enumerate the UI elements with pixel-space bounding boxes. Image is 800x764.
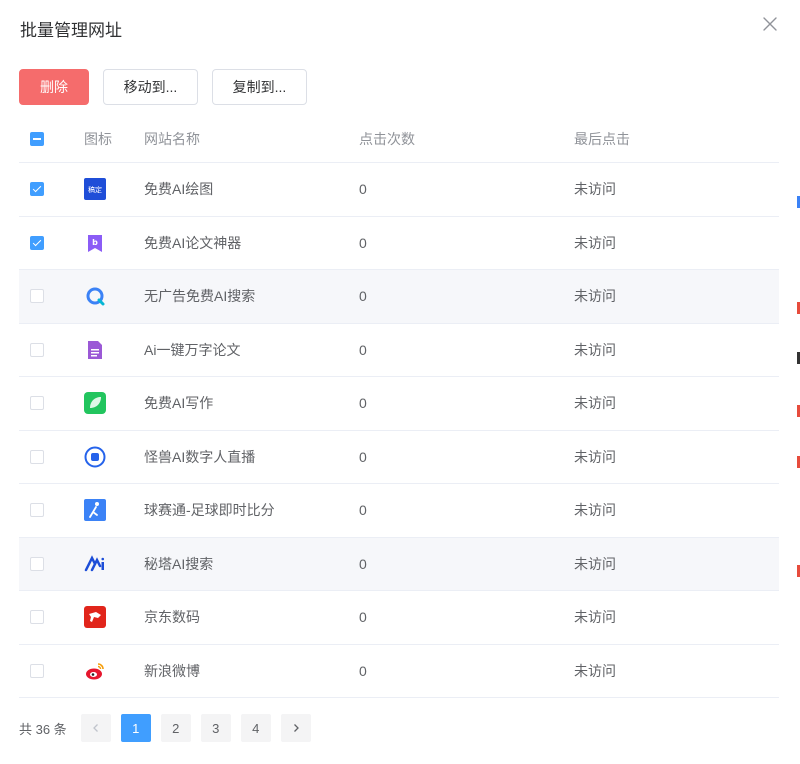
prev-page-button[interactable] <box>80 714 111 742</box>
click-count: 0 <box>359 448 367 465</box>
click-count: 0 <box>359 288 367 305</box>
last-click: 未访问 <box>574 181 616 198</box>
row-checkbox[interactable] <box>30 610 44 625</box>
page-button[interactable]: 3 <box>200 714 231 742</box>
table-row[interactable]: 怪兽AI数字人直播 0 未访问 <box>19 431 779 484</box>
click-count: 0 <box>359 395 367 412</box>
leaf-icon <box>84 392 106 415</box>
svg-text:b: b <box>92 238 98 247</box>
robot-circle-icon <box>84 446 106 468</box>
bookmark-b-icon: b <box>88 234 102 252</box>
last-click: 未访问 <box>574 502 616 519</box>
header-last: 最后点击 <box>574 131 630 147</box>
copy-to-button[interactable]: 复制到... <box>212 69 307 105</box>
page-button[interactable]: 2 <box>160 714 191 742</box>
site-name: 新浪微博 <box>144 662 200 679</box>
last-click: 未访问 <box>574 609 616 626</box>
close-icon[interactable] <box>762 16 778 32</box>
row-checkbox[interactable] <box>30 342 44 357</box>
site-name: 怪兽AI数字人直播 <box>144 448 256 465</box>
click-count: 0 <box>359 662 367 679</box>
click-count: 0 <box>359 555 367 572</box>
click-count: 0 <box>359 234 367 251</box>
move-to-button[interactable]: 移动到... <box>103 69 198 105</box>
site-name: Ai一键万字论文 <box>144 341 241 358</box>
row-checkbox[interactable] <box>30 182 44 197</box>
row-checkbox[interactable] <box>30 449 44 464</box>
select-all-checkbox[interactable] <box>30 132 44 146</box>
table-row[interactable]: b 免费AI论文神器 0 未访问 <box>19 217 779 270</box>
site-name: 免费AI绘图 <box>144 181 214 198</box>
last-click: 未访问 <box>574 341 616 358</box>
click-count: 0 <box>359 341 367 358</box>
batch-manage-dialog: 批量管理网址 删除 移动到... 复制到... 图标 网站名称 点击次数 最后点… <box>0 0 800 764</box>
toolbar: 删除 移动到... 复制到... <box>19 69 307 105</box>
page-button[interactable]: 1 <box>120 714 151 742</box>
last-click: 未访问 <box>574 288 616 305</box>
site-name: 京东数码 <box>144 609 200 626</box>
last-click: 未访问 <box>574 662 616 679</box>
header-icon: 图标 <box>84 131 112 147</box>
table-row[interactable]: 秘塔AI搜索 0 未访问 <box>19 537 779 591</box>
last-click: 未访问 <box>574 395 616 412</box>
header-name: 网站名称 <box>144 131 200 147</box>
site-name: 球赛通-足球即时比分 <box>144 502 275 519</box>
site-table: 图标 网站名称 点击次数 最后点击 稿定 免费AI绘图 0 未访问 b 免费AI… <box>19 116 779 698</box>
row-checkbox[interactable] <box>30 503 44 518</box>
jd-dog-icon <box>84 606 106 629</box>
table-row[interactable]: 无广告免费AI搜索 0 未访问 <box>19 270 779 324</box>
table-row[interactable]: 稿定 免费AI绘图 0 未访问 <box>19 163 779 217</box>
row-checkbox[interactable] <box>30 663 44 678</box>
site-name: 无广告免费AI搜索 <box>144 288 256 305</box>
dialog-title: 批量管理网址 <box>20 21 122 40</box>
search-refresh-icon <box>86 287 105 306</box>
document-icon <box>88 340 102 359</box>
table-row[interactable]: 免费AI写作 0 未访问 <box>19 377 779 431</box>
row-checkbox[interactable] <box>30 396 44 411</box>
table-row[interactable]: 京东数码 0 未访问 <box>19 591 779 645</box>
gaoding-logo-icon: 稿定 <box>84 178 106 201</box>
pagination: 共 36 条 1 2 3 4 <box>19 714 321 742</box>
last-click: 未访问 <box>574 555 616 572</box>
soccer-player-icon <box>84 499 106 522</box>
click-count: 0 <box>359 502 367 519</box>
table-row[interactable]: 球赛通-足球即时比分 0 未访问 <box>19 484 779 538</box>
table-row[interactable]: 新浪微博 0 未访问 <box>19 645 779 698</box>
next-page-button[interactable] <box>280 714 311 742</box>
page-button[interactable]: 4 <box>240 714 271 742</box>
click-count: 0 <box>359 181 367 198</box>
row-checkbox[interactable] <box>30 235 44 250</box>
site-name: 免费AI论文神器 <box>144 234 242 251</box>
last-click: 未访问 <box>574 448 616 465</box>
metaso-logo-icon <box>84 554 105 571</box>
last-click: 未访问 <box>574 234 616 251</box>
row-checkbox[interactable] <box>30 289 44 304</box>
row-checkbox[interactable] <box>30 556 44 571</box>
chevron-left-icon <box>92 724 98 732</box>
site-name: 秘塔AI搜索 <box>144 555 214 572</box>
table-header: 图标 网站名称 点击次数 最后点击 <box>19 116 779 163</box>
site-name: 免费AI写作 <box>144 395 214 412</box>
delete-button[interactable]: 删除 <box>19 69 89 105</box>
click-count: 0 <box>359 609 367 626</box>
table-row[interactable]: Ai一键万字论文 0 未访问 <box>19 324 779 377</box>
total-count: 共 36 条 <box>19 721 67 737</box>
header-clicks: 点击次数 <box>359 131 415 147</box>
weibo-icon <box>86 662 104 680</box>
svg-text:稿定: 稿定 <box>88 185 102 194</box>
chevron-right-icon <box>293 724 299 732</box>
